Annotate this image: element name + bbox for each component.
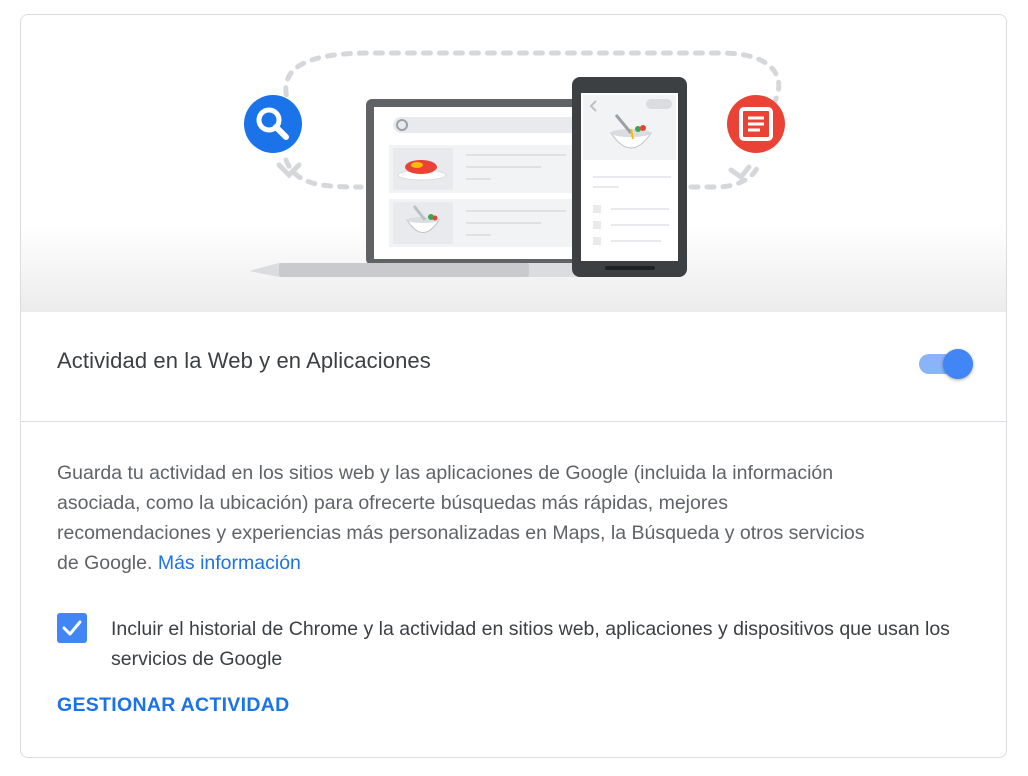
setting-title: Actividad en la Web y en Aplicaciones: [57, 348, 431, 373]
chrome-history-checkbox[interactable]: [57, 613, 87, 643]
activity-card: Actividad en la Web y en Aplicaciones Gu…: [20, 14, 1007, 758]
phone-icon: [572, 77, 687, 277]
learn-more-link[interactable]: Más información: [158, 552, 301, 574]
description: Guarda tu actividad en los sitios web y …: [57, 458, 887, 578]
setting-row: Actividad en la Web y en Aplicaciones: [21, 312, 1006, 422]
hero-illustration: [21, 15, 1006, 312]
article-icon: [727, 95, 785, 153]
chrome-history-label: Incluir el historial de Chrome y la acti…: [111, 618, 950, 670]
search-icon: [244, 95, 302, 153]
toggle-thumb: [943, 349, 973, 379]
manage-activity-button[interactable]: GESTIONAR ACTIVIDAD: [57, 694, 289, 717]
checkmark-icon: [62, 620, 82, 636]
activity-toggle[interactable]: [919, 349, 975, 379]
devices-illustration: [244, 50, 785, 277]
